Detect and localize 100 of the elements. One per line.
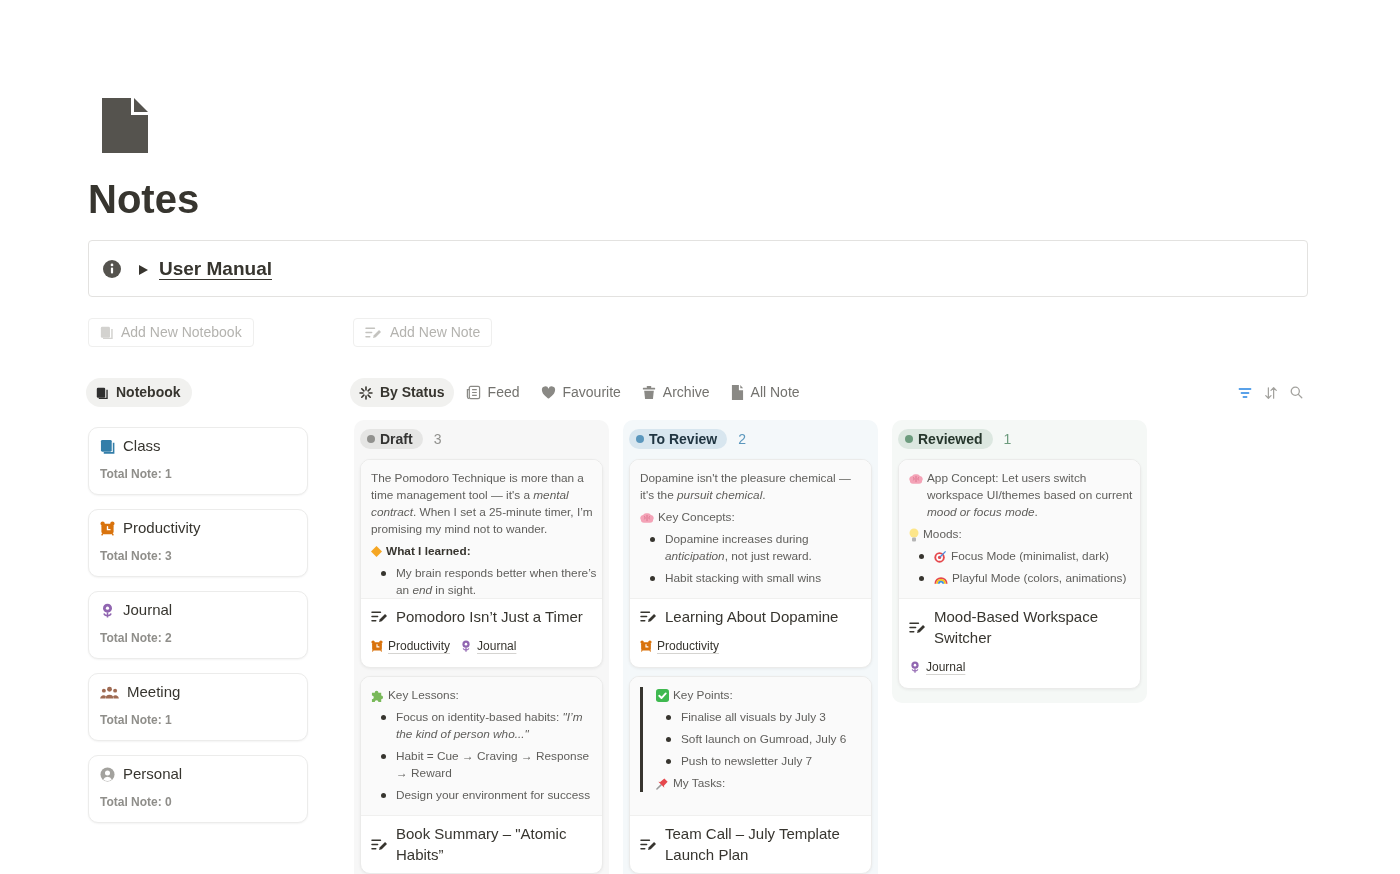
view-tab[interactable]: Archive [632, 378, 719, 407]
people-icon [100, 684, 119, 700]
status-name: Draft [380, 430, 413, 449]
alarm-clock-icon [640, 640, 652, 652]
view-tab[interactable]: By Status [350, 378, 454, 407]
bullet-text: Finalise all visuals by July 3 [681, 709, 826, 726]
note-total: Total Note: 2 [100, 630, 172, 646]
book-icon [100, 438, 115, 454]
page-title: Notes [88, 176, 200, 223]
puzzle-piece-icon [371, 689, 384, 702]
note-card[interactable]: Key Points: Finalise all visuals by July 3 Soft launch on Gumroad, July 6 Push to newsletter July 7 My Tasks: Team Call – July Template Launch Plan [629, 676, 872, 874]
pushpin-icon [656, 777, 669, 790]
notebook-card[interactable]: Journal Total Note: 2 [88, 591, 308, 659]
bullet-icon [666, 715, 671, 720]
view-tab[interactable]: Favourite [531, 378, 630, 407]
target-icon [934, 550, 947, 563]
view-tab[interactable]: All Note [721, 378, 809, 407]
note-edit-icon [365, 325, 382, 340]
note-total: Total Note: 3 [100, 548, 172, 564]
note-title: Team Call – July Template Launch Plan [665, 824, 841, 865]
notebook-name: Meeting [127, 682, 181, 702]
file-icon [730, 385, 744, 400]
bullet-text: My brain responds better when there’s an end in sight. [396, 565, 597, 598]
info-icon [103, 259, 121, 278]
notebook-card[interactable]: Personal Total Note: 0 [88, 755, 308, 823]
preview-text: What I learned: [386, 543, 471, 560]
bullet-icon [666, 737, 671, 742]
preview-text: Moods: [923, 526, 962, 543]
flower-icon [909, 661, 921, 673]
trash-icon [641, 385, 656, 400]
bullet-icon [381, 754, 386, 759]
tag-link[interactable]: Journal [909, 659, 966, 675]
heart-icon [540, 385, 556, 400]
toggle-triangle-icon[interactable] [139, 265, 148, 275]
view-tab[interactable]: Feed [456, 378, 529, 407]
card-count: 3 [433, 430, 442, 449]
notebook-card[interactable]: Class Total Note: 1 [88, 427, 308, 495]
brain-icon [909, 472, 923, 485]
note-card[interactable]: App Concept: Let users switch workspace UI/themes based on current mood or focus mode. Moods: Focus Mode (minimalist, dark) Playful Mode (colors, animations) Mood-Based Workspace Switcher Journal [898, 459, 1141, 689]
bullet-text: Soft launch on Gumroad, July 6 [681, 731, 847, 748]
bullet-icon [919, 554, 924, 559]
note-total: Total Note: 1 [100, 712, 172, 728]
bullet-text: Focus on identity-based habits: "I’m the kind of person who..." [396, 709, 584, 743]
note-total: Total Note: 0 [100, 794, 172, 810]
checkmark-icon [656, 689, 669, 702]
note-title: Book Summary – "Atomic Habits” [396, 824, 568, 865]
preview-text: Key Lessons: [388, 687, 459, 704]
bullet-text: Dopamine increases during anticipation, not just reward. [665, 531, 813, 565]
notebook-name: Class [123, 436, 161, 456]
preview-text: The Pomodoro Technique is more than a time management tool — it's a mental contract. When I set a 25-minute timer, I’m promising my mind not to wander. [371, 470, 594, 538]
brain-icon [640, 511, 654, 524]
newspaper-icon [465, 385, 481, 400]
notebook-icon [100, 326, 113, 339]
lightbulb-icon [909, 527, 919, 542]
status-name: To Review [649, 430, 718, 449]
filter-icon[interactable] [1238, 385, 1252, 400]
card-count: 1 [1003, 430, 1012, 449]
notebook-name: Journal [123, 600, 173, 620]
notebook-card[interactable]: Meeting Total Note: 1 [88, 673, 308, 741]
alarm-clock-icon [100, 520, 115, 536]
bullet-icon [666, 759, 671, 764]
preview-text: Dopamine isn't the pleasure chemical — it's the pursuit chemical. [640, 470, 852, 504]
note-title: Pomodoro Isn’t Just a Timer [396, 607, 583, 627]
notebook-name: Productivity [123, 518, 201, 538]
note-card[interactable] [360, 459, 603, 668]
search-icon[interactable] [1290, 386, 1303, 399]
person-icon [100, 766, 115, 782]
page-icon [102, 98, 148, 153]
status-name: Reviewed [918, 430, 983, 449]
alarm-clock-icon [371, 640, 383, 652]
preview-text: App Concept: Let users switch workspace UI/themes based on current mood or focus mode. [927, 470, 1134, 521]
preview-text: My Tasks: [673, 775, 726, 792]
notebook-tab[interactable]: Notebook [86, 378, 192, 407]
user-manual-link[interactable]: User Manual [159, 256, 272, 281]
bullet-text: Design your environment for success [396, 787, 591, 804]
bullet-icon [381, 571, 386, 576]
note-card[interactable] [629, 459, 872, 668]
preview-text: Key Concepts: [658, 509, 735, 526]
loader-icon [359, 385, 373, 400]
card-count: 2 [738, 430, 746, 449]
bullet-text: Habit stacking with small wins [665, 570, 822, 587]
bullet-icon [650, 576, 655, 581]
tag-link[interactable]: Productivity [371, 638, 451, 654]
tag-link[interactable]: Productivity [640, 638, 720, 654]
note-card[interactable]: Key Lessons: Focus on identity-based habits: "I’m the kind of person who..." Habit = Cue → Craving → Response → Reward Design your environment for success Book Summary – "Atomic Habits” [360, 676, 603, 874]
notebook-card[interactable]: Productivity Total Note: 3 [88, 509, 308, 577]
tag-link[interactable]: Journal [460, 638, 517, 654]
preview-text: Key Points: [673, 687, 733, 704]
sort-icon[interactable] [1264, 385, 1278, 400]
diamond-icon [371, 546, 382, 557]
bullet-text: Push to newsletter July 7 [681, 753, 813, 770]
bullet-icon [650, 537, 655, 542]
bullet-icon [381, 793, 386, 798]
notebook-icon [96, 386, 108, 399]
flower-icon [100, 602, 115, 618]
bullet-icon [919, 576, 924, 581]
note-title: Mood-Based Workspace Switcher [934, 607, 1099, 648]
bullet-text: Focus Mode (minimalist, dark) [951, 548, 1109, 565]
flower-icon [460, 640, 473, 652]
note-title: Learning About Dopamine [665, 607, 839, 627]
